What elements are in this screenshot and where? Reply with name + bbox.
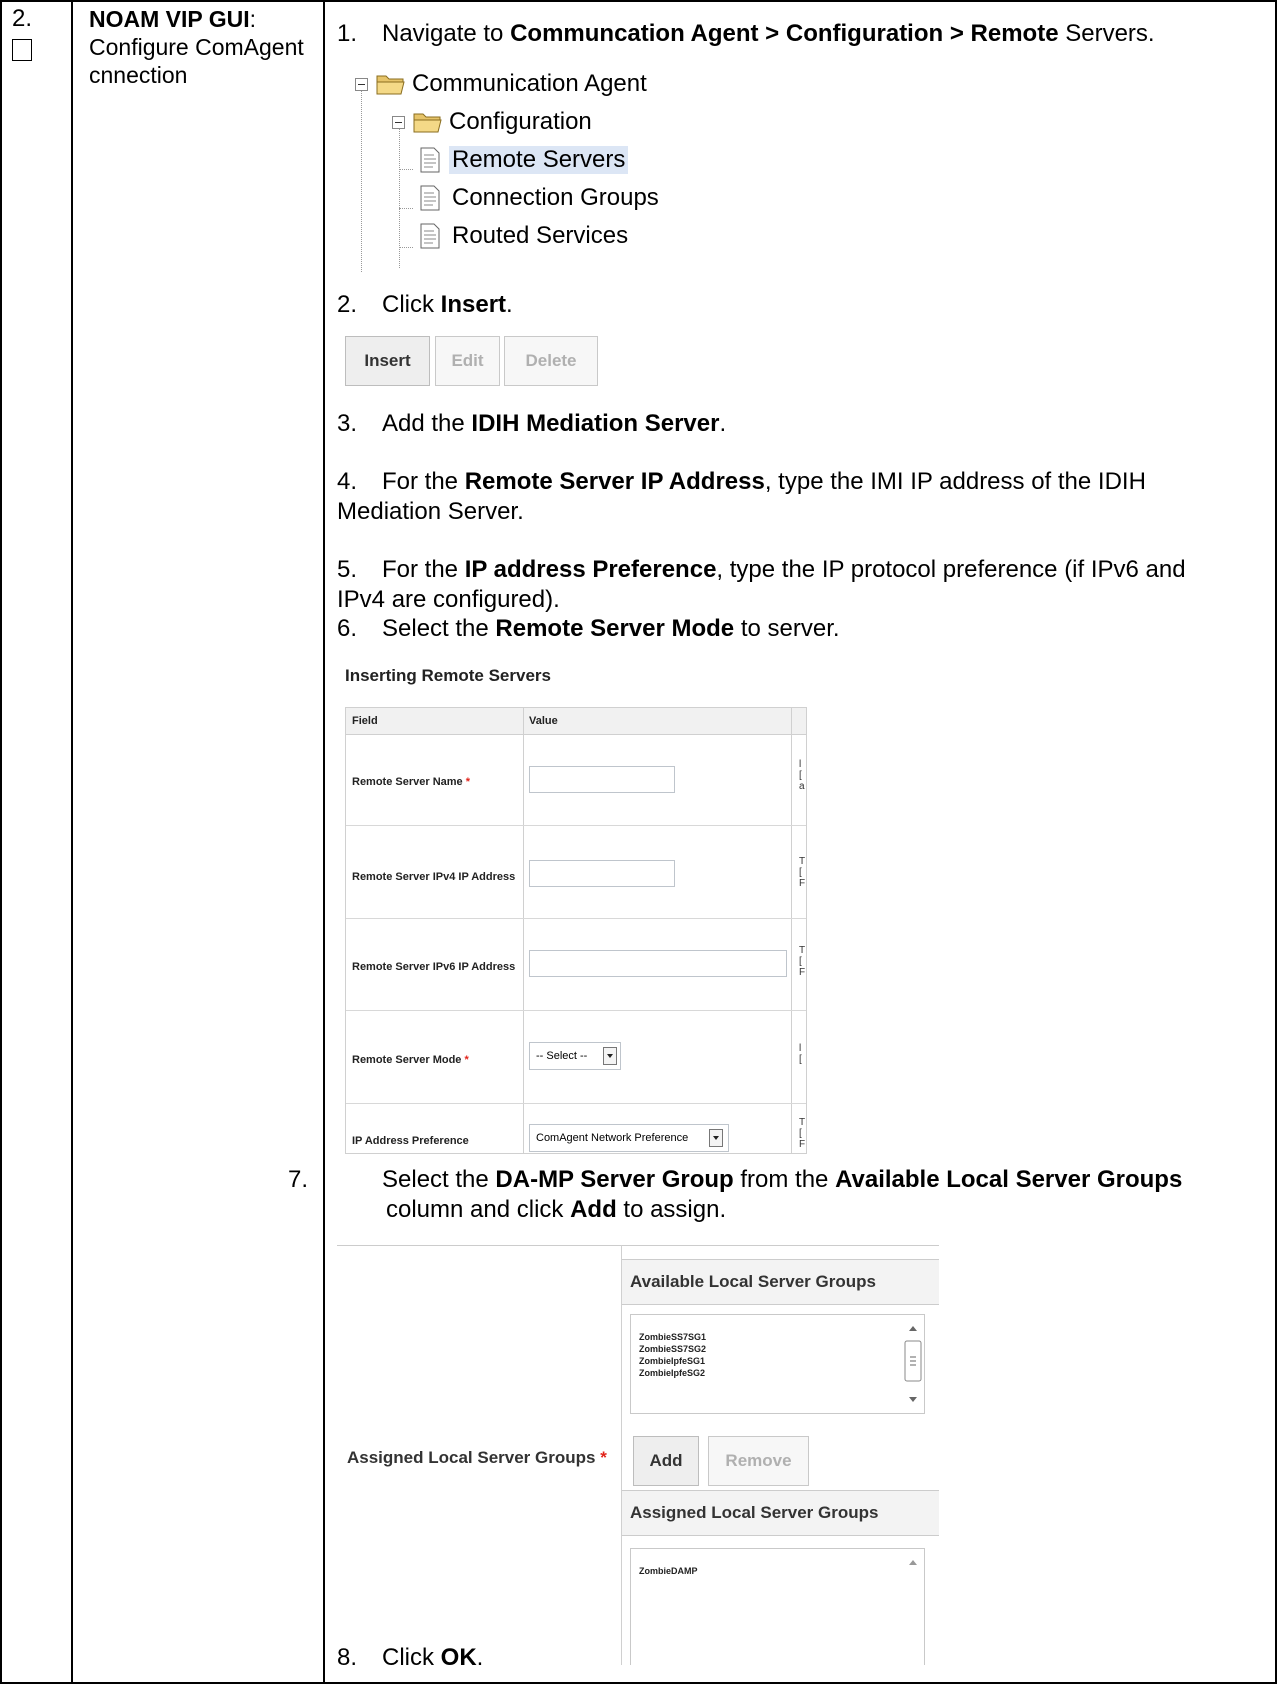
form-title: Inserting Remote Servers [345, 666, 551, 685]
table-divider-1 [71, 0, 73, 1684]
ipv6-address-label: Remote Server IPv6 IP Address [352, 961, 516, 973]
truncated-description: T[F [799, 856, 806, 889]
instruction-5: 5. For the IP address Preference, type th… [337, 556, 1186, 613]
instruction-1: 1. Navigate to Communcation Agent > Confi… [337, 20, 1155, 47]
step-number: 2. [12, 5, 33, 32]
dropdown-arrow-icon[interactable] [603, 1047, 617, 1065]
instruction-8: 8. Click OK. [337, 1644, 484, 1671]
row-divider [346, 825, 806, 826]
ipv4-address-label: Remote Server IPv4 IP Address [352, 871, 516, 883]
scroll-down-icon [909, 1397, 917, 1402]
collapse-icon[interactable] [355, 77, 368, 91]
ip-preference-select[interactable]: ComAgent Network Preference [529, 1124, 729, 1152]
instruction-3: 3. Add the IDIH Mediation Server. [337, 410, 727, 437]
collapse-icon[interactable] [392, 115, 405, 129]
instruction-6: 6. Select the Remote Server Mode to serve… [337, 615, 840, 642]
list-item[interactable]: ZombieIpfeSG2 [639, 1368, 705, 1378]
column-divider [523, 708, 524, 1153]
tree-item-connection-groups[interactable]: Connection Groups [419, 183, 659, 213]
remote-server-form: Field Value Remote Server Name * Remote … [345, 707, 807, 1154]
dropdown-arrow-icon[interactable] [709, 1129, 723, 1147]
scrollbar[interactable] [904, 1317, 922, 1411]
document-icon [420, 185, 440, 211]
truncated-description: l[ [799, 1043, 802, 1065]
truncated-description: l[a [799, 759, 805, 792]
step-checkbox[interactable] [12, 39, 32, 61]
instruction-4: 4. For the Remote Server IP Address, type… [337, 468, 1146, 525]
step-title: NOAM VIP GUI: Configure ComAgent cnnecti… [89, 6, 304, 88]
remote-server-mode-label: Remote Server Mode * [352, 1054, 469, 1066]
remote-server-name-input[interactable] [529, 766, 675, 793]
delete-button[interactable]: Delete [504, 336, 598, 386]
table-divider-2 [323, 0, 325, 1684]
folder-open-icon [376, 75, 405, 95]
assigned-groups-label: Assigned Local Server Groups * [347, 1448, 607, 1467]
tree-node-communication-agent[interactable]: Communication Agent [355, 69, 647, 99]
truncated-description: T[F [799, 1117, 806, 1150]
tree-guide [361, 87, 362, 272]
tree-item-routed-services[interactable]: Routed Services [419, 221, 628, 251]
ip-preference-label: IP Address Preference [352, 1135, 469, 1147]
folder-open-icon [413, 113, 442, 133]
document-icon [420, 223, 440, 249]
list-item[interactable]: ZombieSS7SG1 [639, 1332, 706, 1342]
row-divider [346, 1010, 806, 1011]
scroll-up-icon [909, 1326, 917, 1331]
scroll-up-icon[interactable] [904, 1551, 922, 1581]
insert-button[interactable]: Insert [345, 336, 430, 386]
instruction-7: 7. Select the DA-MP Server Group from the… [288, 1166, 1183, 1223]
row-divider [346, 1103, 806, 1104]
field-column-header: Field [352, 715, 378, 727]
server-groups-widget: Assigned Local Server Groups * Available… [337, 1245, 939, 1665]
table-top-border [0, 0, 1277, 2]
tree-guide [399, 208, 413, 209]
tree-guide [399, 247, 413, 248]
tree-guide [399, 169, 413, 170]
document-icon [420, 147, 440, 173]
tree-item-remote-servers[interactable]: Remote Servers [419, 145, 629, 175]
available-groups-header: Available Local Server Groups [622, 1259, 939, 1305]
value-column-header: Value [529, 715, 558, 727]
ipv6-address-input[interactable] [529, 950, 787, 977]
column-divider [791, 708, 792, 1153]
add-button[interactable]: Add [633, 1436, 699, 1486]
ipv4-address-input[interactable] [529, 860, 675, 887]
list-item[interactable]: ZombieDAMP [639, 1566, 698, 1576]
list-item[interactable]: ZombieIpfeSG1 [639, 1356, 705, 1366]
edit-button[interactable]: Edit [435, 336, 500, 386]
tree-node-configuration[interactable]: Configuration [392, 107, 592, 137]
nav-tree: Communication Agent Configuration Remote… [355, 67, 775, 277]
assigned-groups-header: Assigned Local Server Groups [622, 1490, 939, 1536]
form-header [346, 708, 806, 735]
remote-server-name-label: Remote Server Name * [352, 776, 471, 788]
available-groups-list[interactable]: ZombieSS7SG1 ZombieSS7SG2 ZombieIpfeSG1 … [630, 1314, 925, 1414]
truncated-description: T[F [799, 945, 806, 978]
table-left-border [0, 0, 2, 1684]
row-divider [346, 918, 806, 919]
instruction-2: 2. Click Insert. [337, 291, 513, 318]
remove-button[interactable]: Remove [708, 1436, 809, 1486]
list-item[interactable]: ZombieSS7SG2 [639, 1344, 706, 1354]
